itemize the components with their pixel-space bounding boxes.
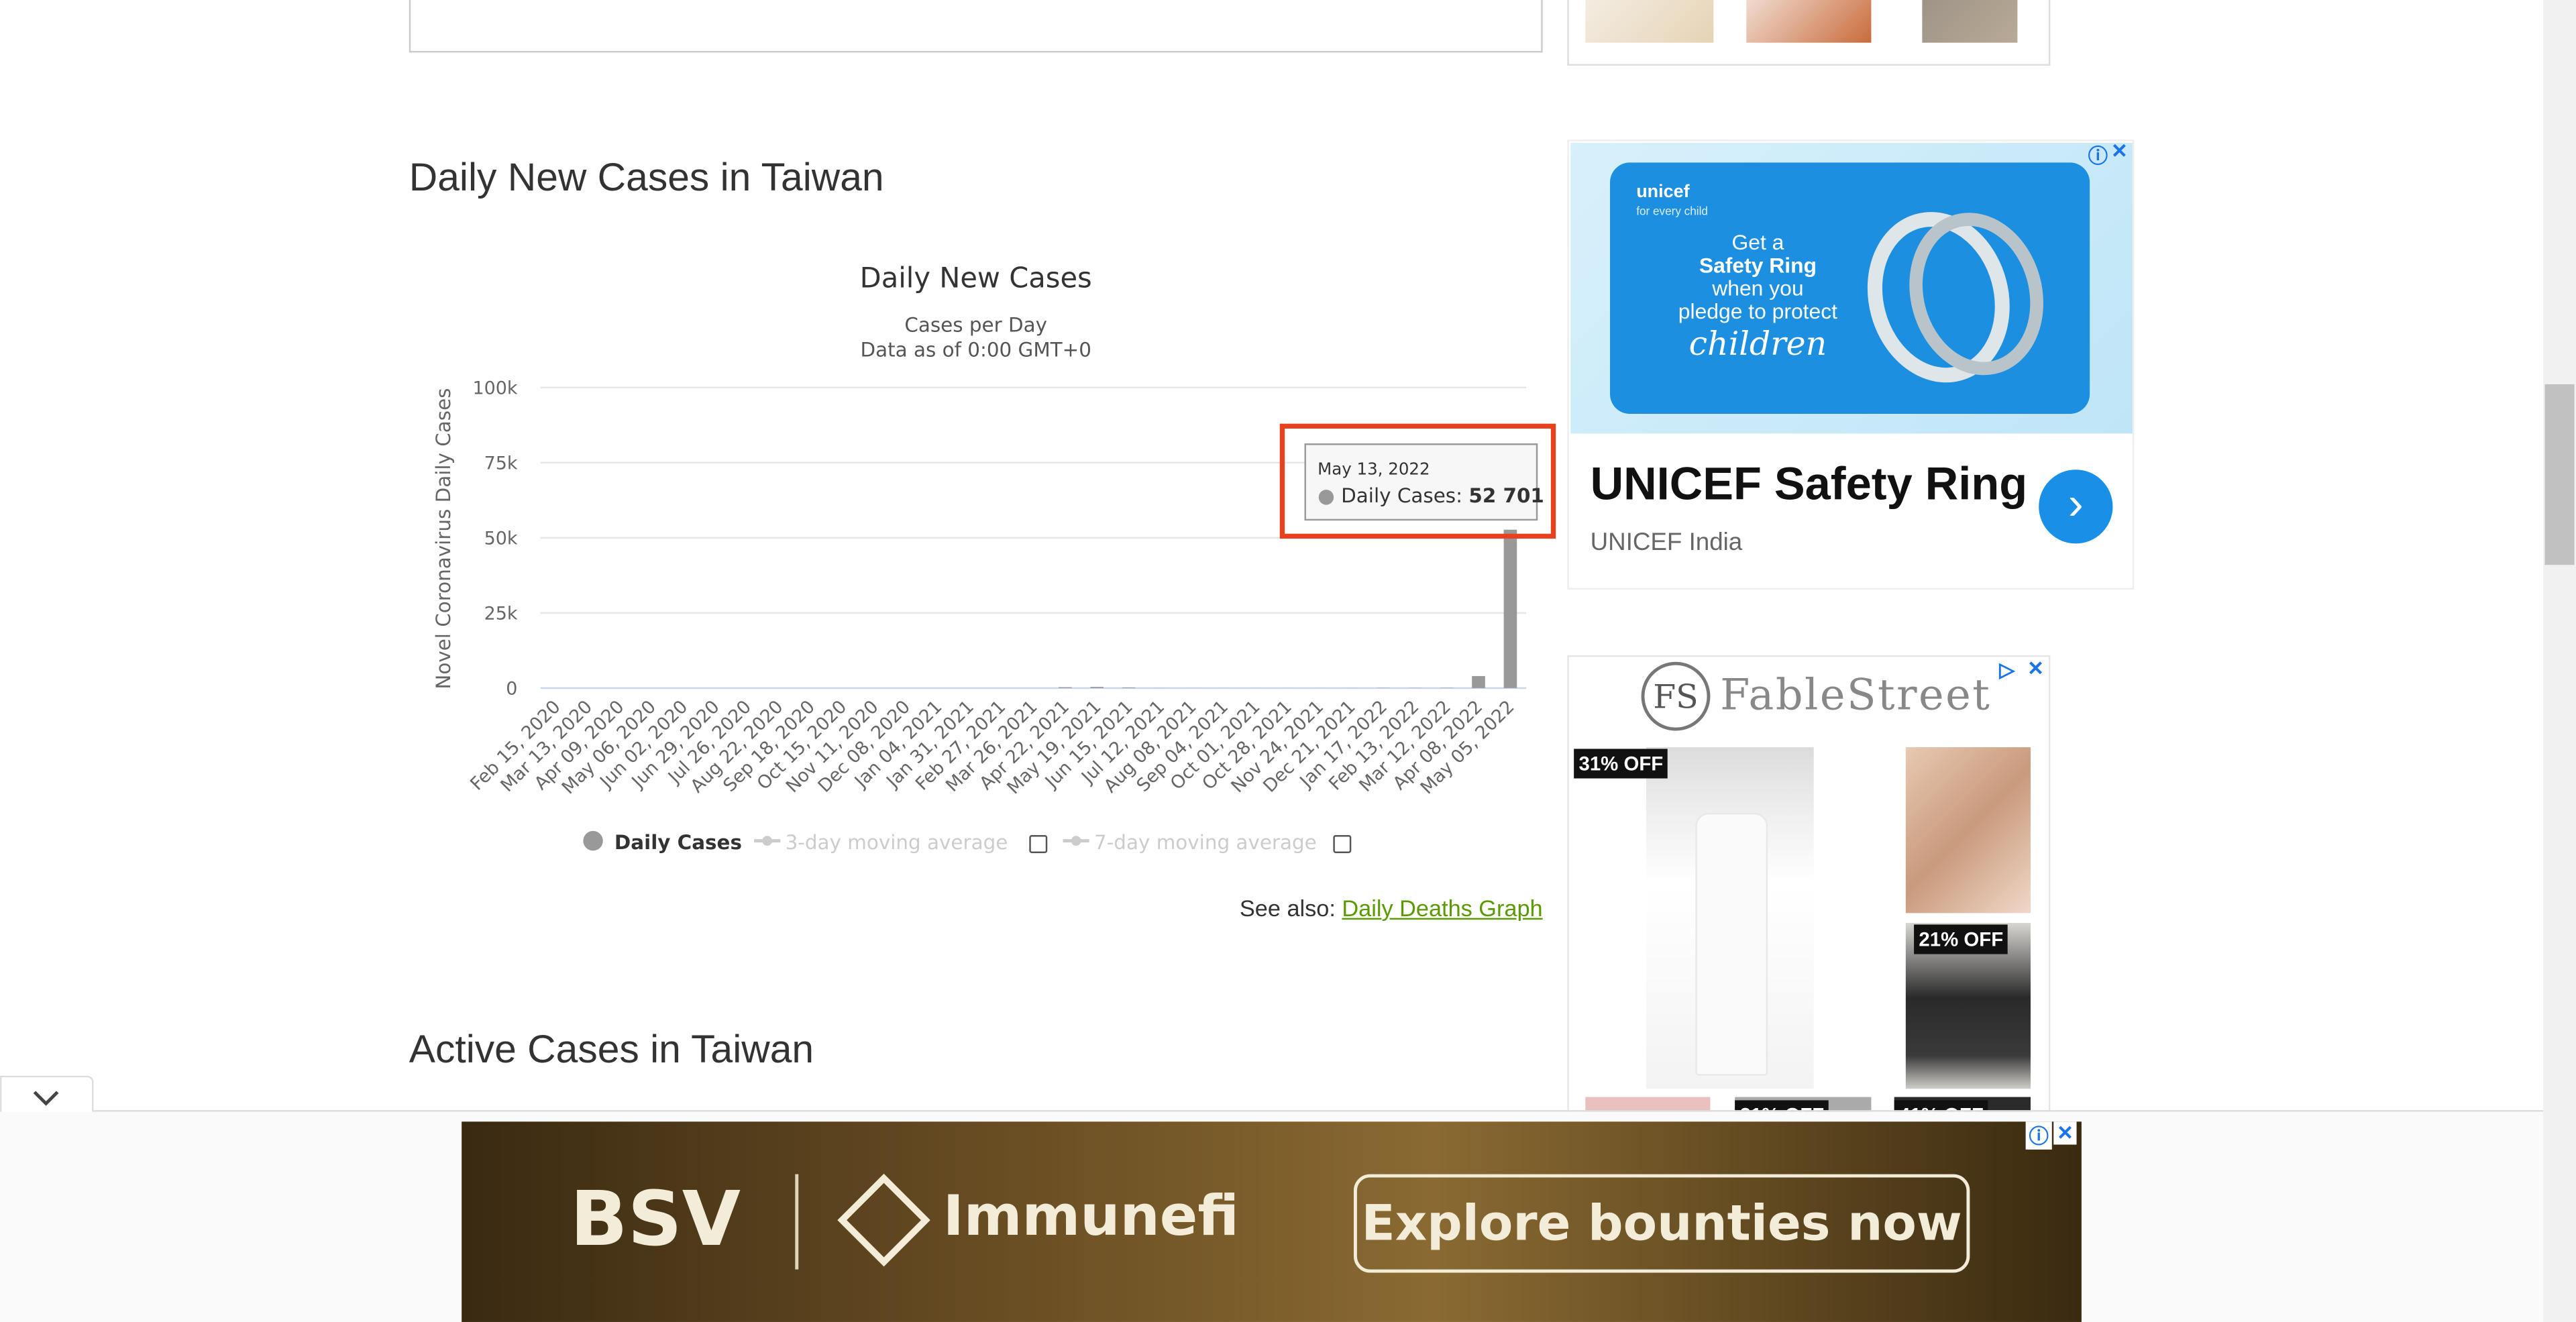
bar (1503, 529, 1517, 688)
tooltip-value: 52 701 (1468, 484, 1544, 508)
unicef-card: unicef for every child Get a Safety Ring… (1610, 162, 2090, 414)
ad-info-icon[interactable]: ⓘ (2025, 1121, 2052, 1150)
unicef-ad[interactable]: unicef for every child Get a Safety Ring… (1567, 140, 2135, 590)
ad-close-icon[interactable]: ✕ (2053, 1121, 2077, 1145)
ad-close-icon[interactable]: ✕ (2111, 140, 2128, 162)
fablestreet-ad[interactable]: ▷ ✕ FS FableStreet 31% OFF 21% OFF 21% O… (1567, 655, 2051, 1119)
product-dress-image[interactable] (1646, 747, 1814, 1089)
unicef-line1: Get a (1731, 229, 1784, 255)
section-title-active: Active Cases in Taiwan (409, 1028, 814, 1072)
x-tick-labels: Feb 15, 2020Mar 13, 2020Apr 09, 2020May … (466, 696, 1518, 798)
bsv-immunefi-ad[interactable]: BSV Immunefi Explore bounties now ⓘ ✕ (462, 1121, 2082, 1322)
unicef-line4: pledge to protect (1678, 298, 1838, 324)
bar (1090, 687, 1104, 688)
chart-subtitle: Cases per Day (904, 314, 1047, 337)
bar (1472, 675, 1485, 688)
discount-badge: 21% OFF (1914, 924, 2008, 954)
ad-info-icon[interactable]: ⓘ (2088, 142, 2108, 170)
moving-average-checkbox[interactable] (1333, 835, 1352, 853)
product-necklace-image[interactable] (1905, 747, 2031, 914)
unicef-tagline: for every child (1636, 207, 1708, 219)
legend-item-label: 3-day moving average (786, 831, 1008, 854)
tooltip-value-row: ● Daily Cases: 52 701 (1318, 484, 1544, 507)
chart-title: Daily New Cases (860, 261, 1092, 294)
dress-shape (1695, 812, 1768, 1076)
immunefi-logo: Immunefi (943, 1184, 1240, 1250)
ad-divider (795, 1174, 799, 1270)
previous-chart-box (409, 0, 1543, 53)
legend-item-label: Daily Cases (614, 831, 742, 854)
tooltip-date: May 13, 2022 (1318, 461, 1430, 480)
tooltip-dot: ● (1318, 484, 1335, 508)
y-tick-label: 75k (484, 453, 518, 474)
chart-legend: Daily Cases 3-day moving average 7-day mov… (583, 830, 1352, 854)
unicef-line3: when you (1712, 276, 1804, 301)
unicef-line5: children (1688, 323, 1827, 364)
legend-marker (583, 830, 603, 851)
y-tick-label: 0 (506, 679, 517, 700)
y-tick-labels: 0 25k 50k 75k 100k (472, 378, 517, 700)
discount-badge: 31% OFF (1574, 749, 1668, 779)
ad-banner-image[interactable]: unicef for every child Get a Safety Ring… (1570, 143, 2133, 434)
page: { "sections": { "daily_title": "Daily Ne… (0, 0, 2576, 1322)
product-strip-ad[interactable] (1567, 0, 2051, 66)
see-also: See also: Daily Deaths Graph (1150, 895, 1543, 922)
fable-brand: FableStreet (1720, 671, 1992, 721)
bar (1122, 687, 1136, 688)
legend-marker (762, 836, 773, 846)
legend-marker (1071, 836, 1081, 846)
explore-bounties-button[interactable]: Explore bounties now (1353, 1174, 1970, 1273)
scrollbar-thumb[interactable] (2544, 384, 2575, 565)
y-tick-label: 100k (472, 378, 517, 399)
unicef-copy: Get a Safety Ring when you pledge to pro… (1643, 231, 1873, 363)
adchoices-icon[interactable]: ▷ (1999, 659, 2015, 681)
y-tick-label: 50k (484, 529, 518, 549)
collapse-ad-tab[interactable] (0, 1075, 94, 1115)
y-tick-label: 25k (484, 604, 518, 624)
y-axis-label: Novel Coronavirus Daily Cases (432, 388, 455, 690)
chart-subtitle-date: Data as of 0:00 GMT+0 (860, 338, 1091, 361)
chevron-down-icon (33, 1091, 59, 1106)
bar (1059, 687, 1072, 688)
fable-logo-mark: FS (1653, 676, 1699, 716)
unicef-brand: unicef (1636, 182, 1690, 203)
product-image[interactable] (1922, 0, 2018, 43)
tooltip-label: Daily Cases: (1341, 484, 1462, 508)
ad-close-icon[interactable]: ✕ (2027, 657, 2044, 679)
bsv-logo: BSV (570, 1174, 741, 1263)
immunefi-icon (837, 1173, 930, 1267)
scrollbar[interactable] (2543, 0, 2576, 1322)
daily-cases-chart: Daily New Cases Cases per Day Data as of… (432, 261, 1527, 854)
ring-icon (1867, 212, 2043, 383)
legend-item-label: 7-day moving average (1094, 831, 1317, 854)
chevron-right-icon[interactable]: › (2039, 470, 2113, 544)
unicef-headline[interactable]: UNICEF Safety Ring (1591, 458, 2028, 510)
see-also-label: See also: (1239, 895, 1336, 922)
section-title: Daily New Cases in Taiwan (409, 156, 884, 201)
daily-deaths-link[interactable]: Daily Deaths Graph (1342, 895, 1542, 921)
moving-average-checkbox[interactable] (1029, 835, 1048, 853)
unicef-line2: Safety Ring (1699, 253, 1817, 278)
unicef-advertiser: UNICEF India (1590, 529, 1743, 557)
fable-logo: FS (1641, 661, 1711, 731)
bars (1059, 529, 1517, 688)
product-image[interactable] (1585, 0, 1714, 43)
chart-tooltip: May 13, 2022 ● Daily Cases: 52 701 (1304, 443, 1544, 521)
product-image[interactable] (1746, 0, 1872, 43)
